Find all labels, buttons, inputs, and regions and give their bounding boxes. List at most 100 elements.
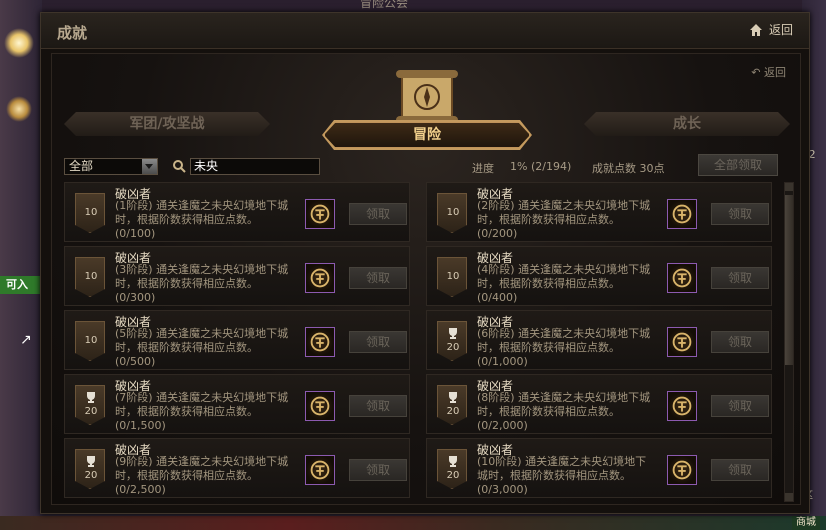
claim-button[interactable]: 领取 <box>349 395 407 417</box>
reward-emblem-icon[interactable] <box>305 327 335 357</box>
reward-emblem-icon[interactable] <box>667 199 697 229</box>
achievement-count: (0/2,000) <box>477 419 528 432</box>
list-scrollbar[interactable] <box>784 182 794 502</box>
achievement-card: 10 破凶者 (4阶段) 通关逢魔之未央幻境地下城时，根据阶数获得相应点数。 (0/4… <box>426 246 772 306</box>
badge-points: 20 <box>446 470 460 481</box>
back-button[interactable]: 返回 <box>769 21 793 38</box>
scene-title: 冒险公会 <box>360 0 409 10</box>
undo-icon: ↶ <box>751 66 761 79</box>
chevron-down-icon[interactable] <box>142 159 157 174</box>
badge-points: 10 <box>446 271 460 282</box>
search-input[interactable]: 未央 <box>190 158 320 175</box>
achievement-desc: (7阶段) 通关逢魔之未央幻境地下城时，根据阶数获得相应点数。 <box>115 391 289 418</box>
claim-button[interactable]: 领取 <box>711 331 769 353</box>
tab-legion-siege[interactable]: 军团/攻坚战 <box>64 112 270 136</box>
badge-points: 20 <box>446 342 460 353</box>
tab-adventure[interactable]: 冒险 <box>324 122 530 148</box>
achievement-desc: (10阶段) 通关逢魔之未央幻境地下城时，根据阶数获得相应点数。 <box>477 455 647 482</box>
scroll-down-arrow[interactable] <box>785 493 793 501</box>
trophy-icon <box>87 456 95 467</box>
points-badge: 10 <box>75 257 105 297</box>
progress-label: 进度 <box>472 162 494 175</box>
scroll-thumb[interactable] <box>785 195 793 365</box>
reward-emblem-icon[interactable] <box>305 199 335 229</box>
achievement-count: (0/200) <box>477 227 518 240</box>
reward-emblem-icon[interactable] <box>667 455 697 485</box>
badge-points: 10 <box>446 207 460 218</box>
achievement-count: (0/500) <box>115 355 156 368</box>
achievement-desc: (5阶段) 通关逢魔之未央幻境地下城时，根据阶数获得相应点数。 <box>115 327 289 354</box>
claim-button[interactable]: 领取 <box>349 331 407 353</box>
window-header: 成就 返回 <box>41 13 809 49</box>
content-panel: ↶ 返回 军团/攻坚战 成长 冒险 全部 未央 进度 1% (2/194) 成就… <box>51 53 801 505</box>
claim-button[interactable]: 领取 <box>711 459 769 481</box>
trophy-icon <box>449 456 457 467</box>
left-wall <box>0 0 42 530</box>
points-badge: 20 <box>75 449 105 489</box>
badge-points: 20 <box>84 470 98 481</box>
achievement-card: 20 破凶者 (10阶段) 通关逢魔之未央幻境地下城时，根据阶数获得相应点数。 (0/… <box>426 438 772 498</box>
claim-button[interactable]: 领取 <box>711 395 769 417</box>
category-select[interactable]: 全部 <box>64 158 158 175</box>
home-icon[interactable] <box>749 23 763 37</box>
sub-back-label: 返回 <box>764 66 786 79</box>
reward-emblem-icon[interactable] <box>667 263 697 293</box>
achievement-count: (0/2,500) <box>115 483 166 496</box>
achievement-count: (0/300) <box>115 291 156 304</box>
achievement-desc: (9阶段) 通关逢魔之未央幻境地下城时，根据阶数获得相应点数。 <box>115 455 289 482</box>
claim-button[interactable]: 领取 <box>349 267 407 289</box>
window-title: 成就 <box>57 24 88 42</box>
claim-button[interactable]: 领取 <box>711 267 769 289</box>
reward-emblem-icon[interactable] <box>667 327 697 357</box>
badge-points: 20 <box>446 406 460 417</box>
points-badge: 10 <box>75 321 105 361</box>
achievement-desc: (3阶段) 通关逢魔之未央幻境地下城时，根据阶数获得相应点数。 <box>115 263 289 290</box>
badge-points: 10 <box>84 207 98 218</box>
badge-points: 10 <box>84 271 98 282</box>
trophy-icon <box>449 328 457 339</box>
points-badge: 20 <box>437 321 467 361</box>
points-badge: 20 <box>437 385 467 425</box>
reward-emblem-icon[interactable] <box>305 455 335 485</box>
cursor-icon: ↗ <box>20 332 32 348</box>
achievement-desc: (2阶段) 通关逢魔之未央幻境地下城时，根据阶数获得相应点数。 <box>477 199 651 226</box>
achievement-list: 10 破凶者 (1阶段) 通关逢魔之未央幻境地下城时，根据阶数获得相应点数。 (0/1… <box>64 182 774 502</box>
scroll-up-arrow[interactable] <box>785 183 793 191</box>
sub-back-button[interactable]: ↶ 返回 <box>751 64 786 80</box>
reward-emblem-icon[interactable] <box>305 263 335 293</box>
side-tag[interactable]: 可入 <box>0 276 40 294</box>
achievement-card: 10 破凶者 (5阶段) 通关逢魔之未央幻境地下城时，根据阶数获得相应点数。 (0/5… <box>64 310 410 370</box>
points-badge: 10 <box>437 193 467 233</box>
achievement-card: 10 破凶者 (2阶段) 通关逢魔之未央幻境地下城时，根据阶数获得相应点数。 (0/2… <box>426 182 772 242</box>
achievement-count: (0/100) <box>115 227 156 240</box>
tab-growth[interactable]: 成长 <box>584 112 790 136</box>
points-badge: 10 <box>75 193 105 233</box>
claim-button[interactable]: 领取 <box>349 459 407 481</box>
achievement-count: (0/1,000) <box>477 355 528 368</box>
achievement-card: 20 破凶者 (9阶段) 通关逢魔之未央幻境地下城时，根据阶数获得相应点数。 (0/2… <box>64 438 410 498</box>
achievement-desc: (8阶段) 通关逢魔之未央幻境地下城时，根据阶数获得相应点数。 <box>477 391 651 418</box>
achievement-window: 成就 返回 ↶ 返回 军团/攻坚战 成长 冒险 全部 未央 进度 1% (2/1… <box>40 12 810 514</box>
shop-button[interactable]: 商城 <box>792 516 820 530</box>
points-badge: 20 <box>437 449 467 489</box>
achievement-card: 10 破凶者 (1阶段) 通关逢魔之未央幻境地下城时，根据阶数获得相应点数。 (0/1… <box>64 182 410 242</box>
progress-value: 1% (2/194) <box>510 160 572 173</box>
achievement-desc: (4阶段) 通关逢魔之未央幻境地下城时，根据阶数获得相应点数。 <box>477 263 651 290</box>
reward-emblem-icon[interactable] <box>667 391 697 421</box>
achievement-count: (0/3,000) <box>477 483 528 496</box>
badge-points: 10 <box>84 335 98 346</box>
trophy-icon <box>449 392 457 403</box>
points-badge: 10 <box>437 257 467 297</box>
lamp-light-2 <box>6 96 32 122</box>
reward-emblem-icon[interactable] <box>305 391 335 421</box>
claim-all-button[interactable]: 全部领取 <box>698 154 778 176</box>
achievement-desc: (1阶段) 通关逢魔之未央幻境地下城时，根据阶数获得相应点数。 <box>115 199 289 226</box>
search-icon <box>173 160 186 173</box>
scroll-emblem-icon <box>396 70 458 124</box>
badge-points: 20 <box>84 406 98 417</box>
claim-button[interactable]: 领取 <box>349 203 407 225</box>
points-badge: 20 <box>75 385 105 425</box>
lamp-light <box>4 28 34 58</box>
achievement-count: (0/1,500) <box>115 419 166 432</box>
claim-button[interactable]: 领取 <box>711 203 769 225</box>
